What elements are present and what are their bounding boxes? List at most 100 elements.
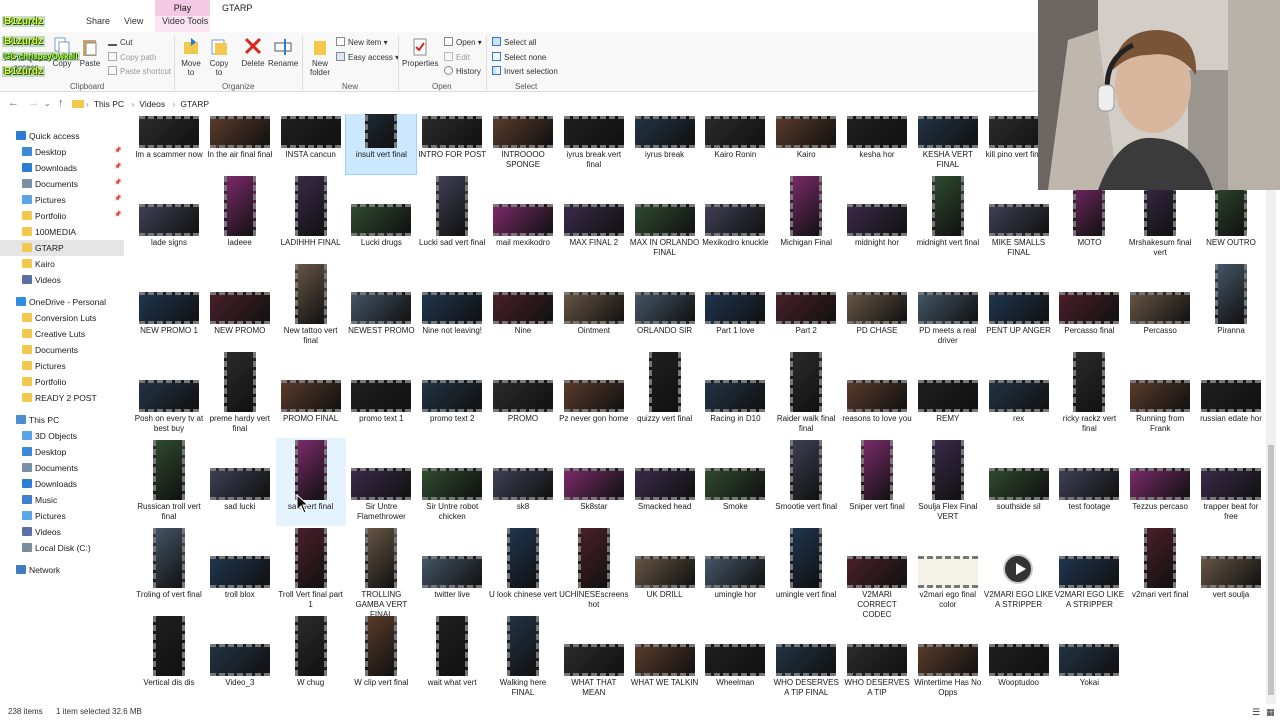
nav-item[interactable]: Documents	[0, 342, 124, 358]
file-item[interactable]: test footage	[1054, 438, 1124, 526]
file-item[interactable]: Nine not leaving!	[417, 262, 487, 350]
file-item[interactable]: NEWEST PROMO	[346, 262, 416, 350]
file-item[interactable]: southside sil	[984, 438, 1054, 526]
crumb-videos[interactable]: Videos	[139, 99, 165, 109]
file-item[interactable]: Im a scammer now	[134, 114, 204, 174]
nav-item[interactable]: Documents 📌	[0, 176, 124, 192]
nav-item[interactable]: Downloads 📌	[0, 160, 124, 176]
file-item[interactable]: Troll Vert final part 1	[276, 526, 346, 614]
nav-item[interactable]: Desktop	[0, 444, 124, 460]
file-item[interactable]: ORLANDO SIR	[630, 262, 700, 350]
recent-dropdown-icon[interactable]: ⌄	[44, 99, 51, 108]
file-item[interactable]: Nine	[488, 262, 558, 350]
nav-item[interactable]: Videos	[0, 272, 124, 288]
nav-item[interactable]: Portfolio 📌	[0, 208, 124, 224]
file-item[interactable]: INTROOOO SPONGE	[488, 114, 558, 174]
file-item[interactable]: NEW PROMO	[205, 262, 275, 350]
file-item[interactable]: mail mexikodro	[488, 174, 558, 262]
nav-item[interactable]: Pictures	[0, 508, 124, 524]
file-item[interactable]: preme hardy vert final	[205, 350, 275, 438]
nav-item[interactable]: Music	[0, 492, 124, 508]
file-item[interactable]: twitter live	[417, 526, 487, 614]
select-none-button[interactable]: Select none	[492, 52, 546, 62]
file-item[interactable]: U look chinese vert	[488, 526, 558, 614]
file-item[interactable]: NEW PROMO 1	[134, 262, 204, 350]
nav-item[interactable]: Kairo	[0, 256, 124, 272]
file-item[interactable]: WHAT THAT MEAN	[559, 614, 629, 702]
nav-item[interactable]: READY 2 POST	[0, 390, 124, 406]
edit-button[interactable]: Edit	[444, 52, 470, 62]
file-item[interactable]: REMY	[913, 350, 983, 438]
nav-item[interactable]: Downloads	[0, 476, 124, 492]
file-item[interactable]: russian edate hor	[1196, 350, 1264, 438]
file-item[interactable]: umingle vert final	[771, 526, 841, 614]
file-item[interactable]: Smacked head	[630, 438, 700, 526]
crumb-gtarp[interactable]: GTARP	[180, 99, 209, 109]
nav-item[interactable]: Pictures	[0, 358, 124, 374]
file-item[interactable]: Troling of vert final	[134, 526, 204, 614]
file-item[interactable]: sad lucki	[205, 438, 275, 526]
open-button[interactable]: Open ▾	[444, 37, 482, 47]
crumb-this-pc[interactable]: This PC	[94, 99, 124, 109]
file-item[interactable]: PD meets a real driver	[913, 262, 983, 350]
file-item[interactable]: Part 1 love	[700, 262, 770, 350]
file-item[interactable]: Wooptudoo	[984, 614, 1054, 702]
file-item[interactable]: Kairo	[771, 114, 841, 174]
easy-access-button[interactable]: Easy access ▾	[336, 52, 399, 62]
file-item[interactable]: insult vert final	[345, 114, 418, 175]
file-item[interactable]: Piranna	[1196, 262, 1264, 350]
file-item[interactable]: V2MARI EGO LIKE A STRIPPER	[1054, 526, 1124, 614]
file-item[interactable]: UCHINESEscreenshot	[559, 526, 629, 614]
file-item[interactable]: Raider walk final final	[771, 350, 841, 438]
file-item[interactable]: midnight vert final	[913, 174, 983, 262]
file-item[interactable]: iyrus break	[630, 114, 700, 174]
paste-button[interactable]: Paste	[78, 37, 102, 68]
nav-item[interactable]: Quick access	[0, 128, 124, 144]
file-item[interactable]: kesha hor	[842, 114, 912, 174]
file-item[interactable]: TROLLING GAMBA VERT FINAL	[346, 526, 416, 619]
file-item[interactable]: promo text 2	[417, 350, 487, 438]
nav-item[interactable]: 100MEDIA	[0, 224, 124, 240]
file-item[interactable]: Percasso final	[1054, 262, 1124, 350]
vertical-scrollbar[interactable]	[1266, 190, 1276, 704]
file-item[interactable]: Vertical dis dis	[134, 614, 204, 702]
file-item[interactable]: Running from Frank	[1125, 350, 1195, 438]
copy-path-button[interactable]: Copy path	[108, 52, 156, 62]
file-item[interactable]: umingle hor	[700, 526, 770, 614]
file-item[interactable]: rex	[984, 350, 1054, 438]
properties-button[interactable]: Properties	[402, 37, 438, 68]
file-item[interactable]: Part 2	[771, 262, 841, 350]
file-item[interactable]: WHAT WE TALKIN	[630, 614, 700, 702]
file-item[interactable]: MAX FINAL 2	[559, 174, 629, 262]
file-item[interactable]: ladeee	[205, 174, 275, 262]
file-item[interactable]: lade signs	[134, 174, 204, 262]
file-item[interactable]: Sk8star	[559, 438, 629, 526]
nav-item[interactable]: Documents	[0, 460, 124, 476]
file-item[interactable]: New tattoo vert final	[276, 262, 346, 350]
nav-item[interactable]: Desktop 📌	[0, 144, 124, 160]
file-item[interactable]: v2mari ego final color	[913, 526, 983, 614]
cut-button[interactable]: Cut	[108, 37, 132, 47]
nav-item[interactable]: OneDrive - Personal	[0, 294, 124, 310]
history-button[interactable]: History	[444, 66, 481, 76]
file-item[interactable]: Mexikodro knuckle	[700, 174, 770, 262]
pin-icon[interactable]: 📌	[114, 163, 121, 170]
scrollbar-thumb[interactable]	[1268, 445, 1274, 695]
file-item[interactable]: trapper beat for free	[1196, 438, 1264, 526]
copy-to-button[interactable]: Copy to	[206, 37, 232, 77]
file-item[interactable]: wait what vert	[417, 614, 487, 702]
nav-item[interactable]: Videos	[0, 524, 124, 540]
file-item[interactable]: Tezzus percaso	[1125, 438, 1195, 526]
file-item[interactable]: Ointment	[559, 262, 629, 350]
file-item[interactable]: Yokai	[1054, 614, 1124, 702]
file-item[interactable]: Pz never gon home	[559, 350, 629, 438]
file-item[interactable]: UK DRILL	[630, 526, 700, 614]
nav-item[interactable]: GTARP	[0, 240, 124, 256]
file-item[interactable]: INTRO FOR POST	[417, 114, 487, 174]
file-item[interactable]: iyrus break vert final	[559, 114, 629, 174]
new-item-button[interactable]: New item ▾	[336, 37, 388, 47]
forward-arrow-icon[interactable]: →	[28, 97, 39, 109]
file-item[interactable]: Lucki drugs	[346, 174, 416, 262]
file-item[interactable]: vert soulja	[1196, 526, 1264, 614]
file-item[interactable]: W chug	[276, 614, 346, 702]
